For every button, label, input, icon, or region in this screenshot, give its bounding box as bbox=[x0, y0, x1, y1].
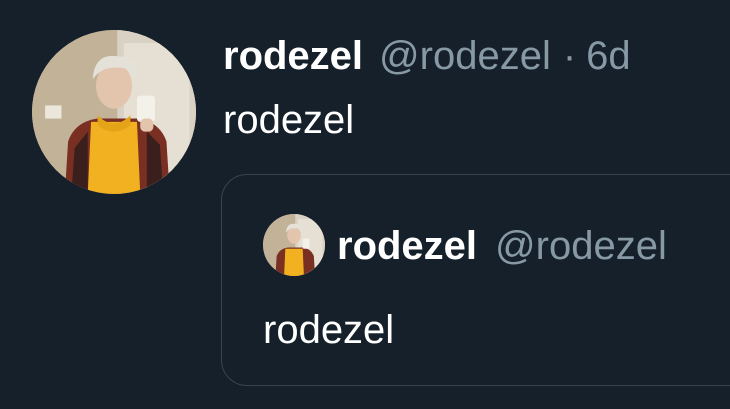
quoted-display-name: rodezel bbox=[337, 224, 478, 268]
quoted-avatar-photo bbox=[263, 214, 325, 276]
quoted-tweet-header: rodezel @rodezel bbox=[337, 218, 667, 274]
quoted-user-handle: @rodezel bbox=[495, 224, 667, 268]
avatar-photo bbox=[32, 30, 196, 194]
quoted-tweet-text: rodezel bbox=[263, 308, 395, 352]
avatar[interactable] bbox=[32, 30, 196, 194]
user-handle[interactable]: @rodezel bbox=[379, 26, 551, 86]
tweet-text: rodezel bbox=[223, 98, 355, 142]
timestamp[interactable]: 6d bbox=[586, 26, 631, 86]
display-name[interactable]: rodezel bbox=[223, 26, 363, 86]
quoted-avatar bbox=[263, 214, 325, 276]
tweet-header: rodezel @rodezel · 6d bbox=[223, 26, 631, 86]
separator-dot: · bbox=[562, 34, 577, 78]
